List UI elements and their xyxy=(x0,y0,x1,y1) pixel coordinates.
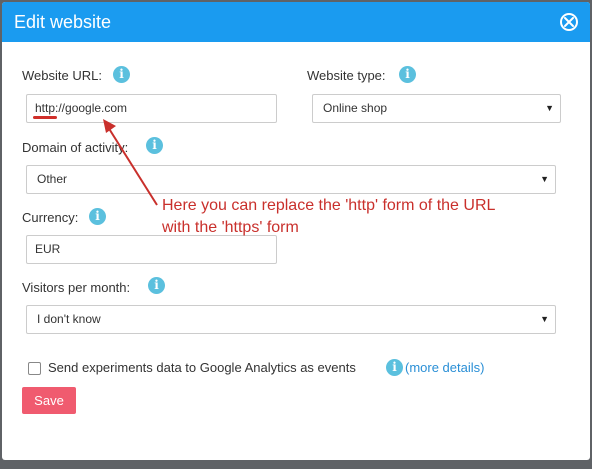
annotation-line-1: Here you can replace the 'http' form of … xyxy=(162,197,496,214)
annotation-line-2: with the 'https' form xyxy=(162,219,299,236)
annotation-text: Here you can replace the 'http' form of … xyxy=(162,195,572,239)
edit-website-dialog: Edit website Website URL: i http://googl… xyxy=(2,2,590,460)
